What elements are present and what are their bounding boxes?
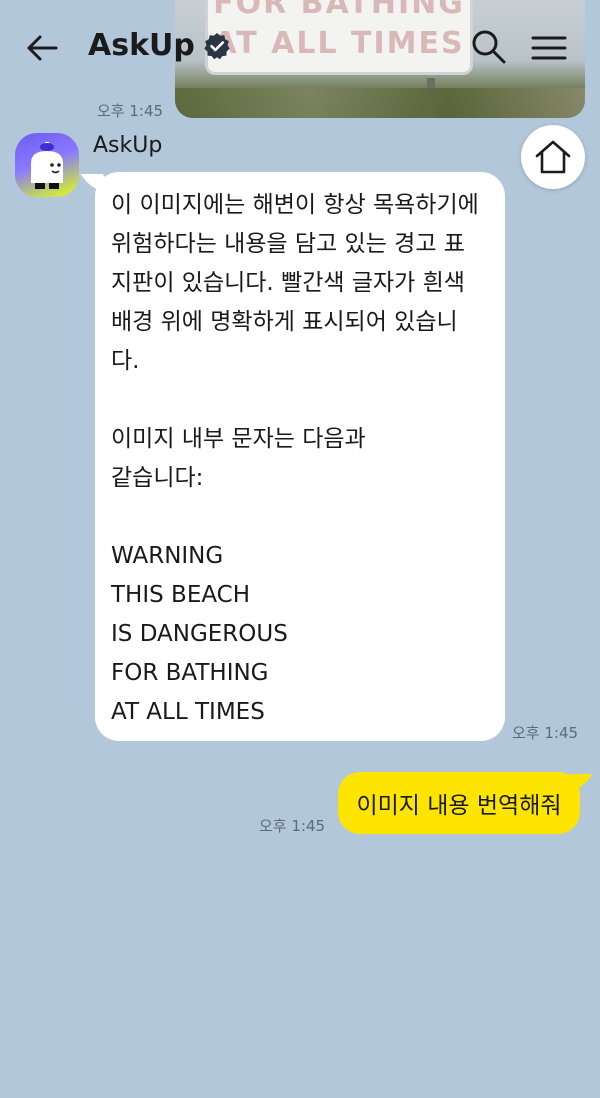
sender-name: AskUp (93, 133, 163, 158)
chat-title-group[interactable]: AskUp (88, 28, 231, 63)
back-button[interactable] (22, 28, 62, 68)
bot-message-text: 이 이미지에는 해변이 항상 목욕하기에 위험하다는 내용을 담고 있는 경고 … (111, 192, 479, 725)
bot-message-bubble[interactable]: 이 이미지에는 해변이 항상 목욕하기에 위험하다는 내용을 담고 있는 경고 … (95, 172, 505, 741)
user-message-text: 이미지 내용 번역해줘 (356, 793, 562, 819)
chat-header: AskUp (0, 0, 600, 96)
verified-badge-icon (204, 32, 230, 59)
bot-message-time: 오후 1:45 (512, 724, 579, 742)
bot-avatar[interactable] (15, 133, 79, 197)
arrow-left-icon (27, 35, 58, 61)
user-message-bubble[interactable]: 이미지 내용 번역해줘 (338, 772, 580, 834)
home-button[interactable] (521, 125, 585, 189)
hamburger-menu-icon (531, 36, 567, 60)
menu-button[interactable] (530, 30, 568, 66)
search-icon (472, 30, 506, 64)
askup-bot-avatar (31, 142, 63, 189)
home-icon (535, 140, 571, 174)
previous-message-time: 오후 1:45 (97, 102, 164, 120)
user-message-time: 오후 1:45 (259, 817, 326, 835)
chat-title: AskUp (88, 28, 195, 63)
search-button[interactable] (470, 28, 508, 66)
